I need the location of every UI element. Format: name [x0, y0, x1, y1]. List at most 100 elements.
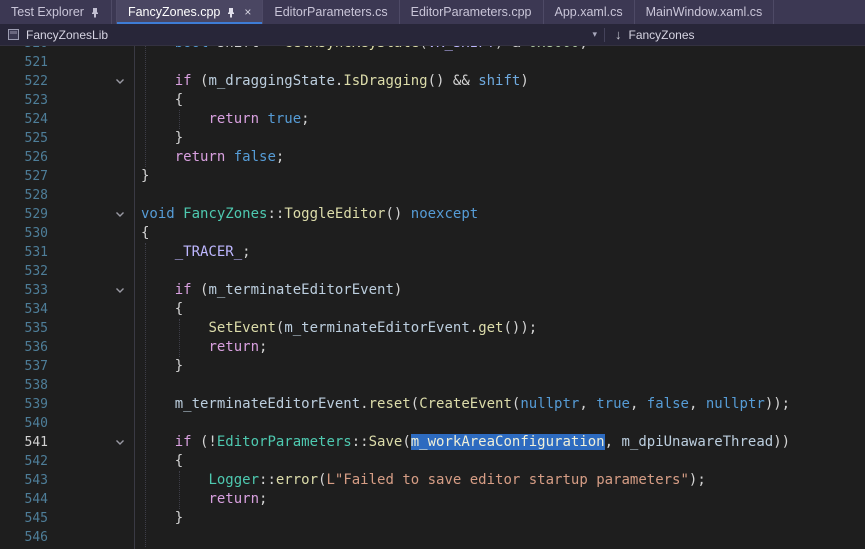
tab-test-explorer[interactable]: Test Explorer	[0, 0, 112, 24]
line-number: 534	[0, 300, 48, 319]
code-text[interactable]	[134, 414, 141, 433]
code-text[interactable]: }	[134, 357, 183, 376]
code-line: 540	[0, 414, 865, 433]
scope-dropdown[interactable]: ↓ FancyZones	[605, 24, 695, 45]
code-line: 543 Logger::error(L"Failed to save edito…	[0, 471, 865, 490]
gutter-margin	[48, 243, 106, 262]
fold-margin	[106, 433, 134, 452]
tab-mainwindow-xaml-cs[interactable]: MainWindow.xaml.cs	[635, 0, 775, 24]
gutter-margin	[48, 46, 106, 53]
fold-margin	[106, 395, 134, 414]
gutter-margin	[48, 376, 106, 395]
line-number: 542	[0, 452, 48, 471]
fold-chevron-icon[interactable]	[115, 439, 125, 446]
code-line: 522 if (m_draggingState.IsDragging() && …	[0, 72, 865, 91]
tab-editorparameters-cpp[interactable]: EditorParameters.cpp	[400, 0, 544, 24]
gutter-margin	[48, 281, 106, 300]
tab-label: Test Explorer	[11, 5, 84, 19]
code-text[interactable]: {	[134, 224, 149, 243]
gutter-margin	[48, 452, 106, 471]
code-line: 528	[0, 186, 865, 205]
line-number: 535	[0, 319, 48, 338]
fold-margin	[106, 224, 134, 243]
code-line: 533 if (m_terminateEditorEvent)	[0, 281, 865, 300]
tab-fancyzones-cpp[interactable]: FancyZones.cpp ×	[117, 0, 263, 24]
gutter-margin	[48, 338, 106, 357]
code-text[interactable]: SetEvent(m_terminateEditorEvent.get());	[134, 319, 537, 338]
fold-margin	[106, 129, 134, 148]
code-text[interactable]: }	[134, 167, 149, 186]
code-line: 520 bool shift = GetAsyncKeyState(VK_SHI…	[0, 46, 865, 53]
document-tab-bar: Test Explorer FancyZones.cpp × EditorPar…	[0, 0, 865, 24]
line-number: 530	[0, 224, 48, 243]
code-text[interactable]	[134, 186, 141, 205]
tab-editorparameters-cs[interactable]: EditorParameters.cs	[263, 0, 399, 24]
code-line: 545 }	[0, 509, 865, 528]
code-text[interactable]: return false;	[134, 148, 284, 167]
fold-margin	[106, 243, 134, 262]
code-line: 523 {	[0, 91, 865, 110]
gutter-margin	[48, 186, 106, 205]
code-text[interactable]	[134, 262, 141, 281]
gutter-margin	[48, 205, 106, 224]
gutter-margin	[48, 110, 106, 129]
line-number: 522	[0, 72, 48, 91]
code-text[interactable]: Logger::error(L"Failed to save editor st…	[134, 471, 706, 490]
code-line: 532	[0, 262, 865, 281]
code-text[interactable]: if (!EditorParameters::Save(m_workAreaCo…	[134, 433, 790, 452]
gutter-margin	[48, 262, 106, 281]
line-number: 528	[0, 186, 48, 205]
fold-margin	[106, 46, 134, 53]
gutter-margin	[48, 414, 106, 433]
code-text[interactable]: _TRACER_;	[134, 243, 251, 262]
fold-margin	[106, 528, 134, 547]
chevron-down-icon[interactable]: ▾	[592, 29, 597, 40]
fold-margin	[106, 262, 134, 281]
line-number: 539	[0, 395, 48, 414]
code-text[interactable]: }	[134, 509, 183, 528]
tab-label: EditorParameters.cpp	[411, 5, 532, 19]
project-dropdown[interactable]: FancyZonesLib ▾	[0, 24, 604, 45]
code-lines: 520 bool shift = GetAsyncKeyState(VK_SHI…	[0, 46, 865, 547]
code-line: 537 }	[0, 357, 865, 376]
pin-icon[interactable]	[90, 7, 100, 18]
code-text[interactable]	[134, 528, 141, 547]
code-text[interactable]	[134, 53, 141, 72]
code-line: 521	[0, 53, 865, 72]
line-number: 525	[0, 129, 48, 148]
selected-text[interactable]: m_workAreaConfiguration	[411, 434, 605, 450]
close-icon[interactable]: ×	[244, 6, 251, 18]
code-line: 530 {	[0, 224, 865, 243]
fold-chevron-icon[interactable]	[115, 287, 125, 294]
code-text[interactable]: {	[134, 300, 183, 319]
scope-name: FancyZones	[629, 28, 695, 42]
line-number: 540	[0, 414, 48, 433]
fold-chevron-icon[interactable]	[115, 78, 125, 85]
pin-icon[interactable]	[226, 7, 236, 18]
code-text[interactable]: bool shift = GetAsyncKeyState(VK_SHIFT) …	[134, 46, 588, 53]
code-text[interactable]: return;	[134, 338, 267, 357]
fold-margin	[106, 471, 134, 490]
code-text[interactable]: m_terminateEditorEvent.reset(CreateEvent…	[134, 395, 790, 414]
code-text[interactable]	[134, 376, 141, 395]
code-text[interactable]: if (m_draggingState.IsDragging() && shif…	[134, 72, 529, 91]
code-line: 546	[0, 528, 865, 547]
code-text[interactable]: {	[134, 91, 183, 110]
code-editor[interactable]: 520 bool shift = GetAsyncKeyState(VK_SHI…	[0, 46, 865, 549]
code-text[interactable]: if (m_terminateEditorEvent)	[134, 281, 402, 300]
code-line: 535 SetEvent(m_terminateEditorEvent.get(…	[0, 319, 865, 338]
code-text[interactable]: }	[134, 129, 183, 148]
code-line: 541 if (!EditorParameters::Save(m_workAr…	[0, 433, 865, 452]
line-number: 538	[0, 376, 48, 395]
code-text[interactable]: return true;	[134, 110, 310, 129]
line-number: 531	[0, 243, 48, 262]
code-text[interactable]: void FancyZones::ToggleEditor() noexcept	[134, 205, 478, 224]
fold-margin	[106, 490, 134, 509]
line-number: 533	[0, 281, 48, 300]
gutter-margin	[48, 148, 106, 167]
code-text[interactable]: {	[134, 452, 183, 471]
code-text[interactable]: return;	[134, 490, 267, 509]
tab-app-xaml-cs[interactable]: App.xaml.cs	[544, 0, 635, 24]
fold-margin	[106, 338, 134, 357]
fold-chevron-icon[interactable]	[115, 211, 125, 218]
